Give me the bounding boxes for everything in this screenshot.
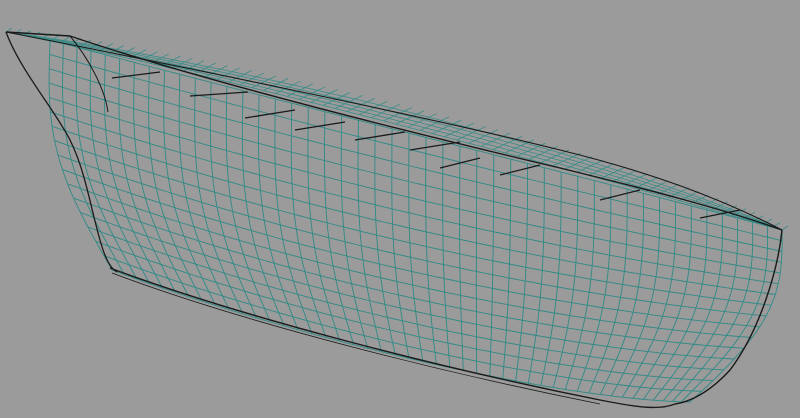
hull-side-mesh	[48, 39, 783, 403]
mesh-station	[588, 189, 628, 394]
mesh-station	[307, 107, 341, 342]
keel-line	[109, 267, 676, 409]
deck-mesh	[5, 27, 789, 231]
mesh-station	[621, 201, 676, 398]
mesh-station	[290, 103, 327, 338]
deck-longitudinal	[5, 31, 783, 231]
mesh-station	[599, 193, 644, 395]
mesh-station	[632, 205, 692, 399]
mesh-station	[148, 66, 203, 302]
deck-longitudinal	[5, 31, 783, 231]
mesh-waterline	[62, 168, 760, 328]
mesh-waterline	[111, 269, 691, 403]
deck-inner-edge	[5, 31, 783, 231]
mesh-station	[178, 74, 230, 310]
mesh-station	[75, 47, 138, 280]
mesh-station	[133, 62, 190, 298]
hull-wireframe-canvas[interactable]	[0, 0, 800, 418]
mesh-station	[163, 70, 217, 306]
deck-transverse	[781, 225, 789, 231]
mesh-station	[459, 146, 464, 371]
bow-stem	[5, 31, 118, 273]
mesh-station	[225, 86, 271, 323]
mesh-station	[274, 98, 313, 334]
mesh-station	[564, 180, 595, 390]
sheer-line	[5, 31, 783, 231]
mesh-waterline	[49, 53, 783, 242]
mesh-station	[118, 58, 176, 293]
deck-longitudinal	[5, 31, 783, 231]
mesh-station	[475, 150, 478, 374]
deck-longitudinal	[5, 31, 783, 231]
mesh-waterline	[54, 140, 772, 306]
mesh-station	[515, 163, 528, 381]
deck-transverse	[634, 177, 659, 189]
3d-viewport[interactable]	[0, 0, 800, 418]
mesh-waterline	[51, 125, 776, 295]
mesh-station	[502, 159, 512, 379]
mesh-station	[489, 154, 495, 376]
mesh-station	[527, 167, 545, 384]
mesh-waterline	[49, 68, 783, 252]
mesh-station	[689, 229, 783, 403]
hull-outline	[5, 31, 783, 409]
deck-longitudinal	[5, 31, 783, 231]
mesh-station	[552, 176, 579, 388]
mesh-station	[357, 120, 382, 352]
bow-flare-line	[69, 35, 109, 113]
